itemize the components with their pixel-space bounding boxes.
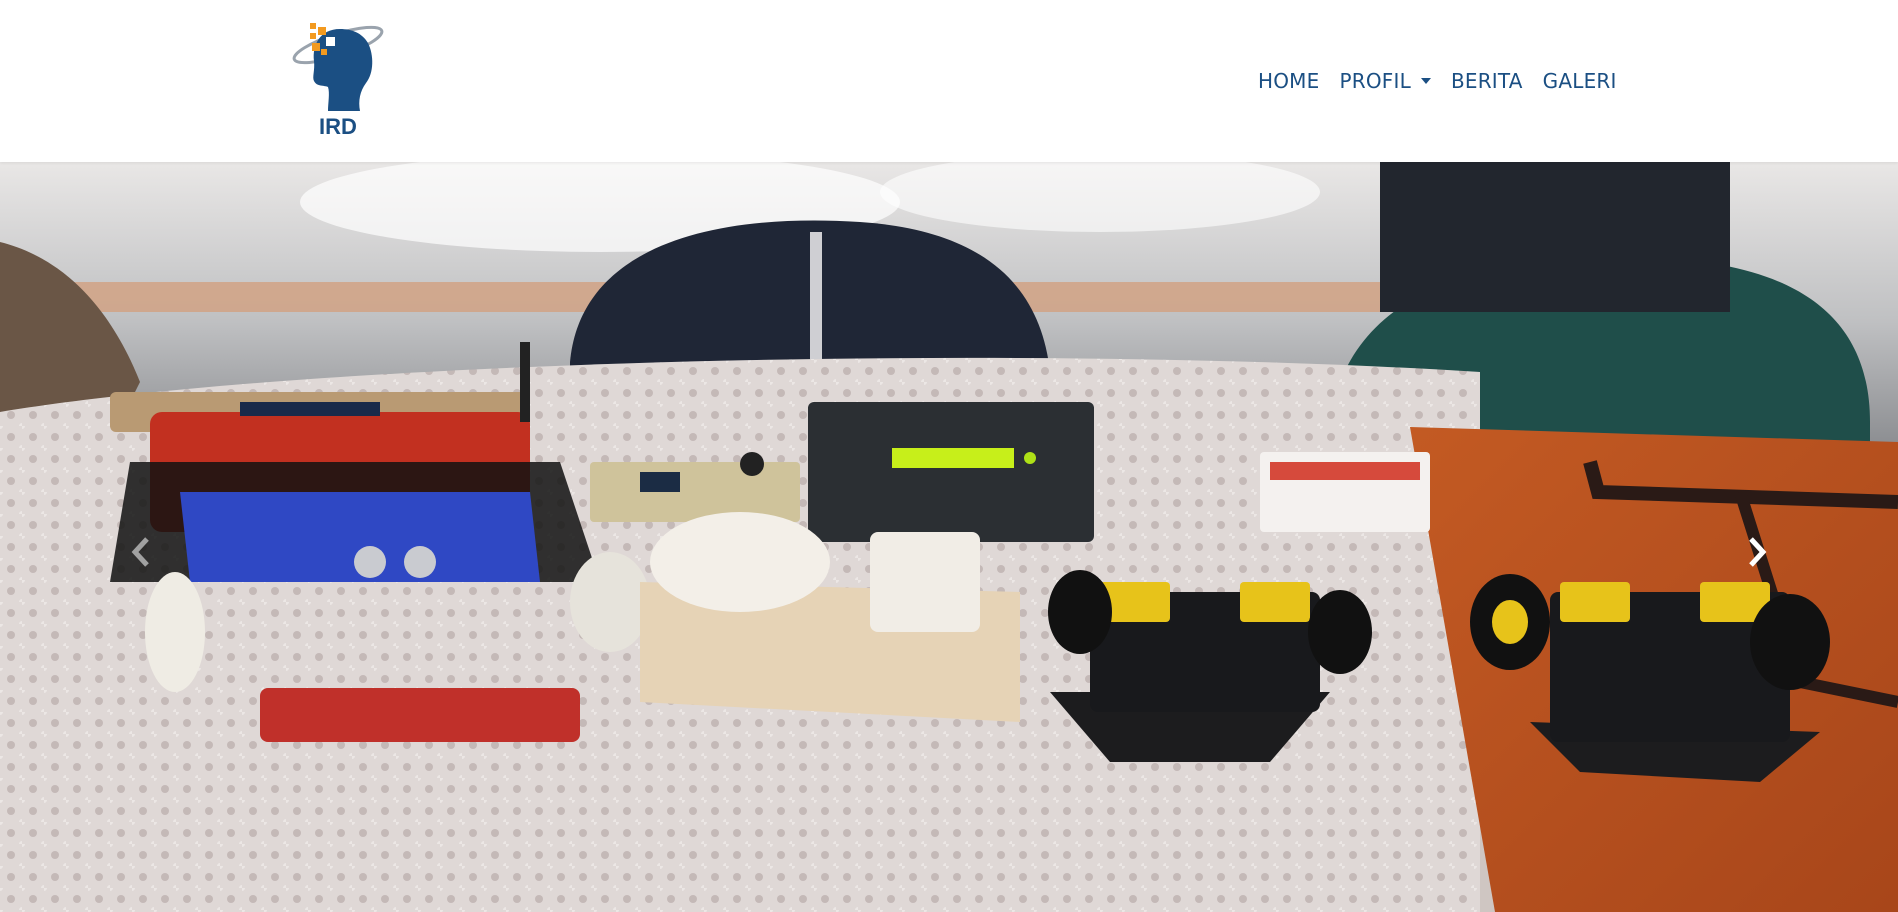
logo-text: IRD — [319, 114, 357, 139]
nav-profil[interactable]: PROFIL — [1339, 69, 1431, 93]
chevron-left-icon — [131, 537, 149, 567]
nav-berita-label: BERITA — [1450, 69, 1523, 93]
slide-photo — [0, 162, 1898, 912]
chevron-right-icon — [1749, 537, 1767, 567]
nav-galeri[interactable]: GALERI — [1543, 69, 1617, 93]
nav-home[interactable]: HOME — [1258, 69, 1319, 93]
carousel-next-button[interactable] — [1736, 522, 1776, 582]
hero-carousel — [0, 162, 1898, 912]
nav-berita[interactable]: BERITA — [1451, 69, 1523, 93]
caret-down-icon — [1420, 78, 1431, 84]
site-logo[interactable]: IRD — [290, 15, 386, 139]
navbar: IRD HOME PROFIL BERITA GALERI — [0, 0, 1898, 162]
nav-profil-label: PROFIL — [1339, 69, 1411, 93]
carousel-prev-button[interactable] — [122, 522, 162, 582]
logo-head-icon: IRD — [292, 23, 384, 139]
nav-galeri-label: GALERI — [1542, 69, 1617, 93]
nav-home-label: HOME — [1258, 69, 1320, 93]
main-nav: HOME PROFIL BERITA GALERI — [1258, 66, 1617, 96]
